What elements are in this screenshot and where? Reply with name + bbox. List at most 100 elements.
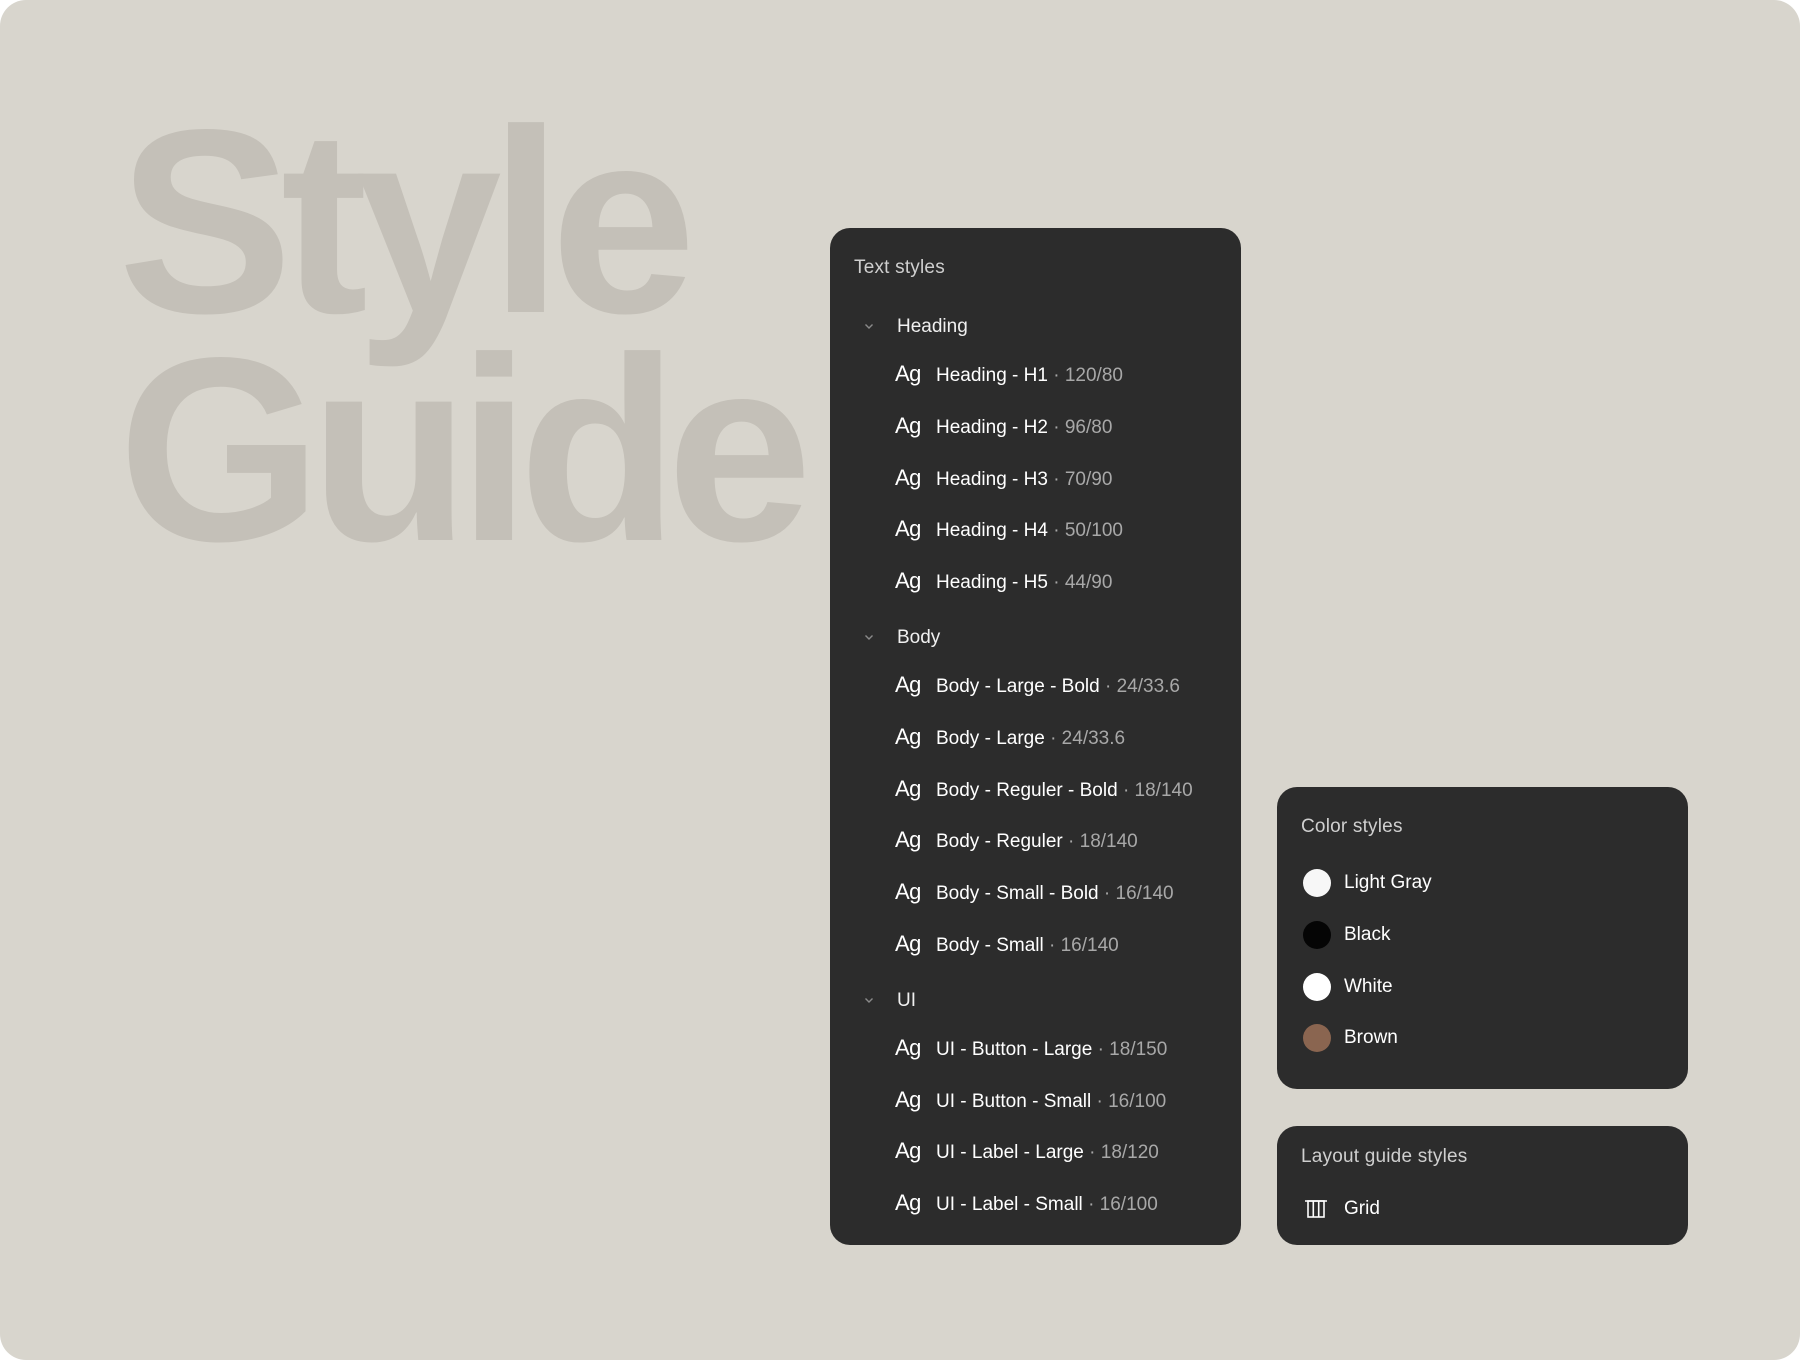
color-style-name: White (1344, 975, 1393, 997)
text-style-item[interactable]: Ag Heading - H4 · 50/100 (830, 514, 1241, 548)
text-style-meta: · 16/140 (1103, 883, 1174, 905)
text-style-name: UI - Button - Small (936, 1090, 1092, 1112)
grid-columns-icon (1305, 1200, 1327, 1218)
text-style-label: Body - Large · 24/33.6 (936, 728, 1125, 750)
text-style-name: Heading - H4 (936, 520, 1048, 542)
color-styles-title: Color styles (1301, 816, 1403, 837)
text-style-icon: Ag (895, 464, 921, 490)
text-style-item[interactable]: Ag Heading - H5 · 44/90 (830, 566, 1241, 600)
text-style-meta: · 44/90 (1053, 572, 1113, 594)
text-style-item[interactable]: Ag Body - Reguler - Bold · 18/140 (830, 774, 1241, 808)
color-swatch (1303, 1024, 1331, 1053)
text-style-item[interactable]: Ag Body - Reguler · 18/140 (830, 825, 1241, 859)
text-style-name: Heading - H1 (936, 365, 1048, 386)
text-style-label: Heading - H5 · 44/90 (936, 572, 1112, 594)
text-style-name: Body - Reguler - Bold (936, 779, 1118, 801)
text-style-meta: · 24/33.6 (1104, 676, 1180, 697)
color-style-item[interactable]: Black (1277, 918, 1688, 952)
group-header-heading[interactable]: Heading (830, 312, 1241, 342)
text-style-icon: Ag (895, 1190, 921, 1216)
chevron-down-icon (865, 324, 873, 329)
text-style-name: UI - Button - Large (936, 1038, 1093, 1060)
group-label: Heading (897, 316, 968, 337)
text-style-meta: · 70/90 (1053, 468, 1113, 490)
text-style-item[interactable]: Ag UI - Label - Small · 16/100 (830, 1188, 1241, 1222)
text-style-label: Body - Small · 16/140 (936, 935, 1119, 957)
text-style-icon: Ag (895, 516, 921, 542)
text-style-icon: Ag (895, 931, 921, 956)
text-style-meta: · 96/80 (1053, 416, 1113, 438)
color-swatch (1303, 972, 1331, 1001)
color-style-name: Light Gray (1344, 872, 1432, 893)
text-style-label: Body - Large - Bold · 24/33.6 (936, 676, 1180, 698)
layout-guide-item-grid[interactable]: Grid (1277, 1192, 1688, 1226)
text-style-name: UI - Label - Large (936, 1142, 1084, 1164)
text-style-item[interactable]: Ag UI - Button - Large · 18/150 (830, 1033, 1241, 1067)
text-style-meta: · 24/33.6 (1050, 727, 1126, 749)
text-style-name: Body - Large (936, 727, 1045, 749)
text-style-icon: Ag (895, 672, 921, 697)
group-header-body[interactable]: Body (830, 623, 1241, 653)
text-style-meta: · 18/150 (1097, 1038, 1168, 1060)
chevron-down-icon (865, 997, 873, 1003)
text-style-item[interactable]: Ag UI - Label - Large · 18/120 (830, 1136, 1241, 1170)
text-style-item[interactable]: Ag Body - Small · 16/140 (830, 929, 1241, 963)
text-style-icon: Ag (895, 879, 921, 905)
text-styles-panel: Text styles Heading Ag Heading - H1 · 120/… (830, 228, 1241, 1245)
layout-guide-panel: Layout guide styles Grid (1277, 1126, 1688, 1245)
text-style-name: Heading - H3 (936, 468, 1048, 490)
text-style-item[interactable]: Ag Body - Small - Bold · 16/140 (830, 877, 1241, 911)
text-style-name: Body - Reguler (936, 831, 1063, 853)
text-style-item[interactable]: Ag Heading - H3 · 70/90 (830, 463, 1241, 497)
text-style-item[interactable]: Ag Heading - H2 · 96/80 (830, 411, 1241, 445)
color-style-item[interactable]: White (1277, 970, 1688, 1004)
text-style-icon: Ag (895, 568, 921, 594)
text-style-icon: Ag (895, 827, 921, 853)
text-style-meta: · 18/120 (1089, 1142, 1159, 1164)
text-styles-title: Text styles (854, 257, 945, 278)
hero-title: Style Guide (118, 75, 812, 596)
text-style-name: Heading - H5 (936, 572, 1048, 594)
text-style-item[interactable]: Ag Body - Large - Bold · 24/33.6 (830, 670, 1241, 704)
color-style-name: Black (1344, 923, 1391, 945)
text-style-label: UI - Label - Large · 18/120 (936, 1142, 1159, 1164)
text-style-name: UI - Label - Small (936, 1194, 1083, 1216)
text-style-meta: · 18/140 (1068, 831, 1138, 853)
hero-line-style: Style (118, 75, 696, 368)
text-style-icon: Ag (895, 1138, 921, 1164)
text-style-label: Body - Reguler · 18/140 (936, 831, 1138, 853)
text-style-label: Body - Reguler - Bold · 18/140 (936, 780, 1193, 802)
text-style-icon: Ag (895, 775, 921, 801)
text-style-meta: · 16/100 (1088, 1194, 1158, 1216)
text-style-meta: · 18/140 (1122, 779, 1193, 801)
text-style-label: Heading - H1 · 120/80 (936, 365, 1123, 387)
text-style-icon: Ag (895, 361, 921, 386)
text-style-meta: · 16/140 (1048, 935, 1119, 956)
text-style-meta: · 50/100 (1053, 520, 1123, 542)
hero-line-guide: Guide (118, 303, 812, 596)
color-style-item[interactable]: Brown (1277, 1021, 1688, 1055)
text-style-label: Heading - H2 · 96/80 (936, 417, 1112, 439)
text-style-meta: · 120/80 (1053, 365, 1123, 386)
text-style-item[interactable]: Ag Heading - H1 · 120/80 (830, 359, 1241, 393)
group-label: UI (897, 989, 916, 1011)
text-style-item[interactable]: Ag UI - Button - Small · 16/100 (830, 1085, 1241, 1119)
text-style-name: Body - Small - Bold (936, 883, 1099, 905)
text-style-label: Heading - H3 · 70/90 (936, 469, 1112, 491)
text-style-item[interactable]: Ag Body - Large · 24/33.6 (830, 722, 1241, 756)
text-style-name: Body - Large - Bold (936, 676, 1100, 697)
text-style-icon: Ag (895, 1086, 921, 1112)
text-style-label: Heading - H4 · 50/100 (936, 520, 1123, 542)
layout-guide-title: Layout guide styles (1301, 1146, 1468, 1167)
group-header-ui[interactable]: UI (830, 986, 1241, 1016)
color-style-item[interactable]: Light Gray (1277, 866, 1688, 900)
color-swatch (1303, 920, 1331, 949)
layout-guide-name: Grid (1344, 1198, 1380, 1219)
text-style-icon: Ag (895, 723, 921, 749)
color-swatch (1303, 869, 1331, 897)
text-style-meta: · 16/100 (1096, 1090, 1167, 1112)
canvas: Style Guide Text styles Heading Ag Heading… (0, 0, 1800, 1360)
text-style-name: Body - Small (936, 935, 1044, 956)
text-style-label: UI - Label - Small · 16/100 (936, 1194, 1158, 1216)
chevron-down-icon (865, 635, 873, 640)
